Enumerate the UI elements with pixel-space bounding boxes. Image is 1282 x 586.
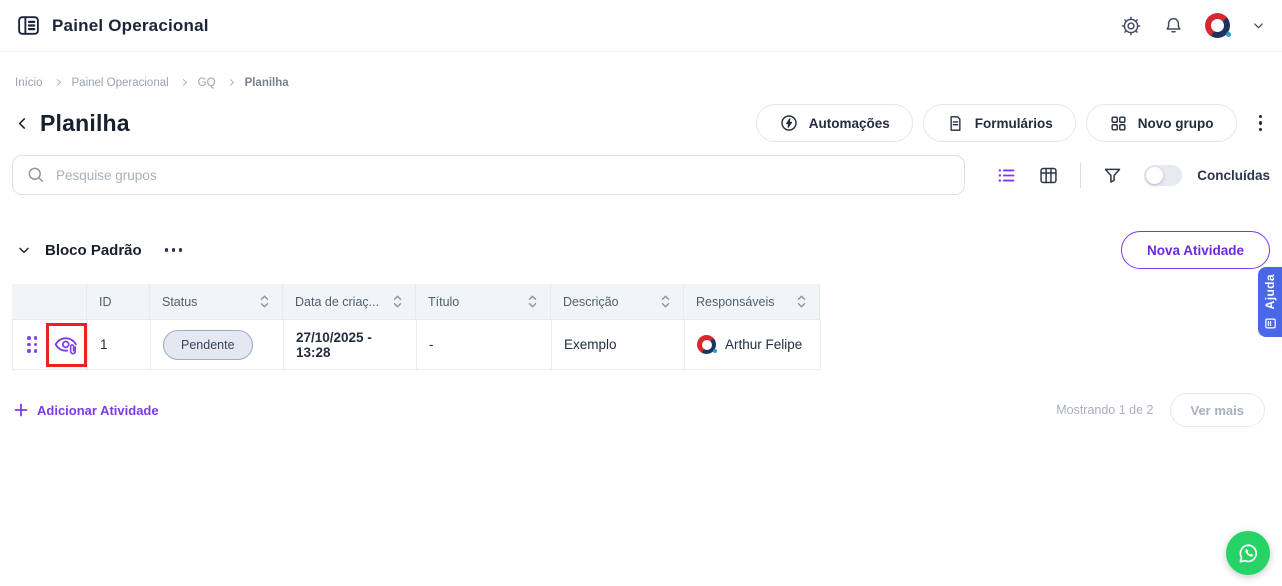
cell-assignee: Arthur Felipe xyxy=(685,320,821,369)
column-header-id: ID xyxy=(87,284,150,319)
column-header-handle xyxy=(12,284,87,319)
breadcrumb-home[interactable]: Início xyxy=(15,77,43,89)
automations-button[interactable]: Automações xyxy=(756,104,913,142)
search-input[interactable] xyxy=(56,168,951,183)
title-row: Planilha Automações F xyxy=(14,104,1266,142)
footer-row: Adicionar Atividade Mostrando 1 de 2 Ver… xyxy=(14,392,1265,428)
title-left: Planilha xyxy=(14,110,130,137)
whatsapp-button[interactable] xyxy=(1226,531,1270,575)
page-title: Planilha xyxy=(40,110,130,137)
add-activity-label: Adicionar Atividade xyxy=(37,403,159,418)
activities-table: ID Status Data de criaç... Título Descri… xyxy=(12,284,820,370)
whatsapp-icon xyxy=(1235,540,1262,567)
new-group-label: Novo grupo xyxy=(1138,116,1214,131)
breadcrumb-separator-icon xyxy=(180,79,187,86)
brand-avatar xyxy=(1205,13,1230,38)
page-actions: Automações Formulários xyxy=(756,104,1266,142)
assignee-avatar xyxy=(697,335,716,354)
topbar: Painel Operacional xyxy=(0,0,1282,52)
new-group-icon xyxy=(1109,114,1128,133)
showing-text: Mostrando 1 de 2 xyxy=(1056,403,1153,417)
forms-label: Formulários xyxy=(975,116,1053,131)
nova-atividade-button[interactable]: Nova Atividade xyxy=(1121,231,1270,269)
breadcrumb-separator-icon xyxy=(53,79,60,86)
sort-icon xyxy=(660,294,671,309)
eye-attachment-icon[interactable] xyxy=(53,333,80,358)
breadcrumb-painel[interactable]: Painel Operacional xyxy=(72,77,169,89)
user-logo-icon[interactable] xyxy=(1205,13,1230,38)
kebab-menu-icon[interactable] xyxy=(1255,111,1267,136)
gear-icon[interactable] xyxy=(1120,15,1142,37)
cell-description: Exemplo xyxy=(552,320,685,369)
ver-mais-button[interactable]: Ver mais xyxy=(1170,393,1266,427)
status-badge[interactable]: Pendente xyxy=(163,330,253,360)
drag-handle-icon[interactable] xyxy=(27,336,37,353)
app-window: Painel Operacional xyxy=(0,0,1282,586)
column-header-status[interactable]: Status xyxy=(150,284,283,319)
cell-status: Pendente xyxy=(151,320,284,369)
sort-icon xyxy=(259,294,270,309)
row-handle-cell xyxy=(13,320,88,369)
group-row: Bloco Padrão Nova Atividade xyxy=(16,231,1270,269)
list-view-icon[interactable] xyxy=(996,165,1017,186)
automations-icon xyxy=(779,113,799,133)
breadcrumb: Início Painel Operacional GQ Planilha xyxy=(15,77,289,89)
column-header-description[interactable]: Descrição xyxy=(551,284,684,319)
add-activity-link[interactable]: Adicionar Atividade xyxy=(14,403,159,418)
app-title: Painel Operacional xyxy=(52,16,209,36)
column-header-assignees[interactable]: Responsáveis xyxy=(684,284,820,319)
table-header: ID Status Data de criaç... Título Descri… xyxy=(12,284,820,320)
panel-icon xyxy=(16,13,41,38)
footer-right: Mostrando 1 de 2 Ver mais xyxy=(1056,393,1265,427)
help-label: Ajuda xyxy=(1263,274,1277,309)
group-menu-icon[interactable] xyxy=(161,244,187,256)
board-view-icon[interactable] xyxy=(1038,165,1059,186)
column-header-title[interactable]: Título xyxy=(416,284,551,319)
concluidas-label: Concluídas xyxy=(1197,168,1270,183)
column-header-created[interactable]: Data de criaç... xyxy=(283,284,416,319)
sort-icon xyxy=(527,294,538,309)
cell-title: - xyxy=(417,320,552,369)
new-group-button[interactable]: Novo grupo xyxy=(1086,104,1237,142)
bell-icon[interactable] xyxy=(1163,15,1184,36)
sort-icon xyxy=(392,294,403,309)
search-row: Concluídas xyxy=(12,155,1270,195)
assignee-name: Arthur Felipe xyxy=(725,337,802,352)
topbar-right xyxy=(1120,13,1266,38)
group-name: Bloco Padrão xyxy=(45,242,142,259)
filter-icon[interactable] xyxy=(1102,165,1123,186)
breadcrumb-current: Planilha xyxy=(245,77,289,89)
breadcrumb-gq[interactable]: GQ xyxy=(198,77,216,89)
plus-icon xyxy=(14,403,28,417)
table-row: 1 Pendente 27/10/2025 - 13:28 - Exemplo … xyxy=(12,320,820,370)
forms-button[interactable]: Formulários xyxy=(923,104,1076,142)
toggle-knob xyxy=(1146,167,1163,184)
cell-id: 1 xyxy=(88,320,151,369)
search-icon xyxy=(26,165,46,185)
search-box[interactable] xyxy=(12,155,965,195)
highlight-box xyxy=(46,323,87,367)
group-left: Bloco Padrão xyxy=(16,242,186,259)
chevron-down-icon[interactable] xyxy=(1251,18,1266,33)
help-tab[interactable]: Ajuda xyxy=(1258,267,1282,337)
automations-label: Automações xyxy=(809,116,890,131)
breadcrumb-separator-icon xyxy=(227,79,234,86)
view-controls: Concluídas xyxy=(996,162,1270,188)
forms-icon xyxy=(946,114,965,133)
sort-icon xyxy=(796,294,807,309)
cell-created: 27/10/2025 - 13:28 xyxy=(284,320,417,369)
divider xyxy=(1080,162,1081,188)
group-chevron-icon[interactable] xyxy=(16,242,32,258)
concluidas-toggle[interactable] xyxy=(1144,165,1182,186)
topbar-left: Painel Operacional xyxy=(16,13,209,38)
back-icon[interactable] xyxy=(14,115,31,132)
help-book-icon xyxy=(1264,317,1277,330)
